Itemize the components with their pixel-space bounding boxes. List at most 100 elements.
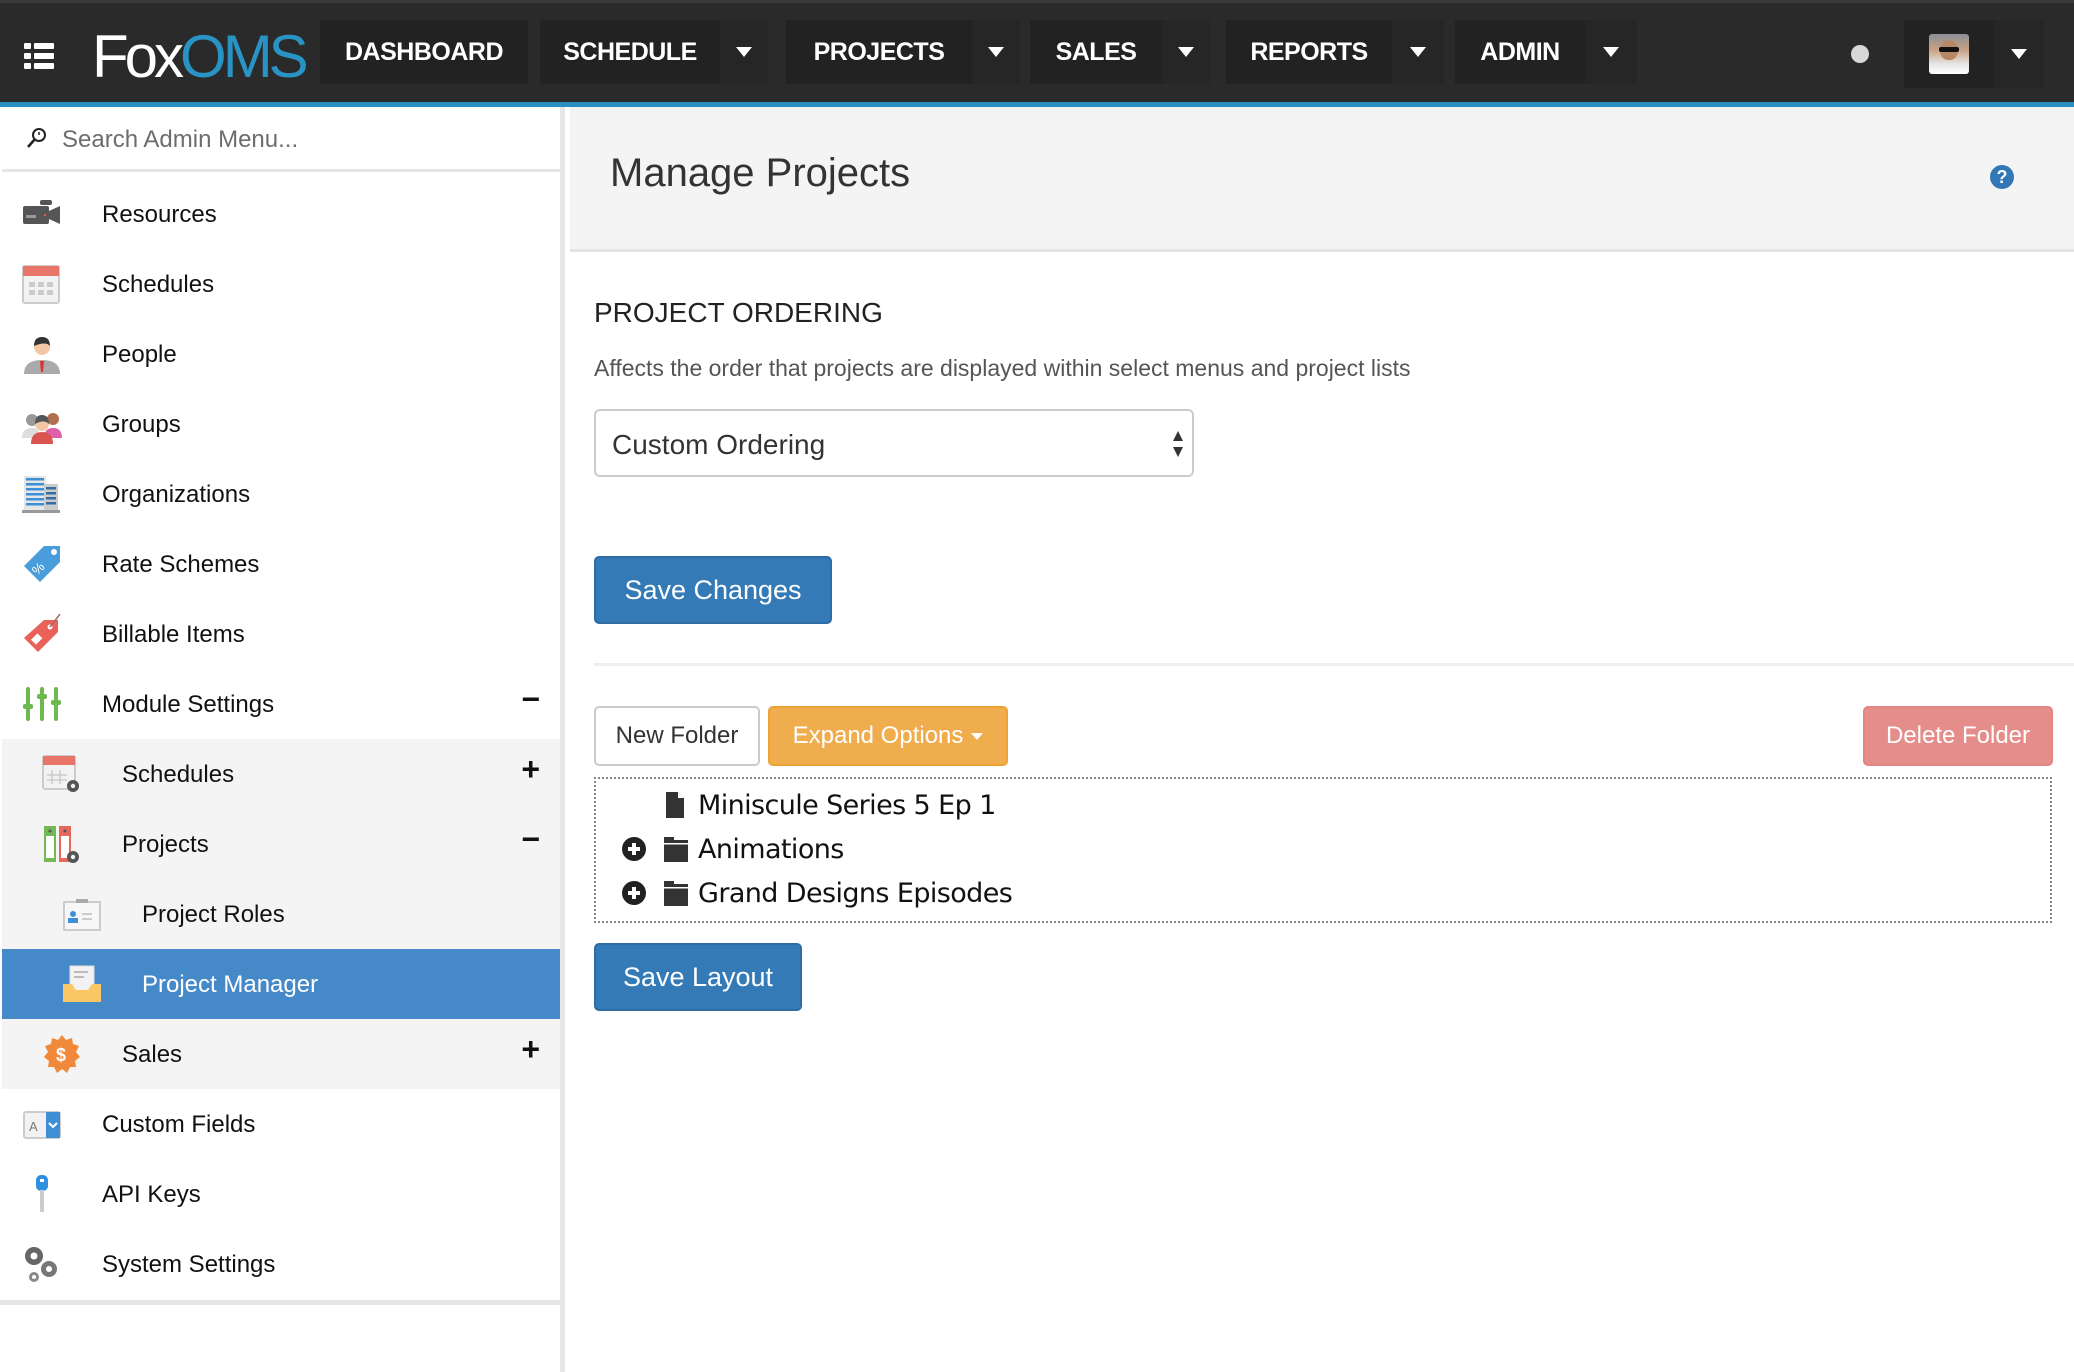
svg-text:$: $ [56,1045,66,1065]
nav-projects[interactable]: PROJECTS [786,20,972,84]
video-camera-icon [23,200,60,224]
sidebar-item-system-settings[interactable]: System Settings [2,1229,560,1299]
top-navbar: FoxOMS DASHBOARD SCHEDULE PROJECTS SALES… [0,0,2074,103]
sidebar-item-label: Organizations [102,481,251,508]
user-avatar-button[interactable] [1904,20,1994,88]
new-folder-button[interactable]: New Folder [594,706,760,766]
sidebar-item-label: Custom Fields [102,1111,256,1138]
expand-icon[interactable]: + [521,753,540,785]
sidebar-item-custom-fields[interactable]: A Custom Fields [2,1089,560,1159]
sidebar-item-people[interactable]: People [2,319,560,389]
delete-folder-button[interactable]: Delete Folder [1863,706,2053,766]
collapse-icon[interactable]: − [521,683,540,715]
sidebar-item-resources[interactable]: Resources [2,179,560,249]
sidebar-item-label: Sales [122,1041,183,1068]
sidebar-item-rate-schemes[interactable]: % Rate Schemes [2,529,560,599]
binders-settings-icon [44,826,79,863]
help-icon[interactable]: ? [1990,165,2014,189]
nav-reports[interactable]: REPORTS [1226,20,1392,84]
status-indicator-icon[interactable] [1851,45,1869,63]
user-menu-dropdown[interactable] [1994,20,2044,88]
sidebar-item-label: Projects [122,831,209,858]
project-ordering-description: Affects the order that projects are disp… [594,355,1411,381]
project-tree: Miniscule Series 5 Ep 1 Animations Grand… [594,777,2052,923]
caret-down-icon [971,732,984,740]
select-arrows-icon [1173,431,1183,457]
select-value: Custom Ordering [612,429,826,460]
logo-text-oms: OMS [180,23,309,90]
sidebar-item-label: API Keys [102,1181,201,1208]
sidebar-item-label: Project Manager [142,971,319,998]
sidebar-item-schedules[interactable]: Schedules [2,249,560,319]
expand-plus-icon[interactable] [622,837,646,861]
sidebar-item-groups[interactable]: Groups [2,389,560,459]
caret-down-icon [2011,49,2027,59]
tree-item[interactable]: Animations [596,829,2050,871]
sidebar-item-label: Schedules [122,761,235,788]
save-layout-button[interactable]: Save Layout [594,943,802,1011]
gears-icon [25,1247,57,1282]
sidebar-item-label: Groups [102,411,181,438]
sidebar-item-label: Rate Schemes [102,551,260,578]
tree-item[interactable]: Grand Designs Episodes [596,873,2050,915]
nav-projects-dropdown[interactable] [972,20,1020,84]
tree-item-label: Miniscule Series 5 Ep 1 [698,790,996,821]
sidebar-item-label: Billable Items [102,621,245,648]
expand-options-label: Expand Options [792,722,964,749]
caret-down-icon [988,47,1004,57]
sidebar-item-project-roles[interactable]: Project Roles [2,879,560,949]
sidebar-item-project-manager[interactable]: Project Manager [2,949,560,1019]
expand-icon[interactable]: + [521,1033,540,1065]
nav-admin[interactable]: ADMIN [1455,20,1585,84]
folder-icon [664,881,688,906]
building-icon [22,476,60,513]
tree-item-label: Animations [698,834,844,865]
sidebar-item-label: System Settings [102,1251,276,1278]
caret-down-icon [1410,47,1426,57]
sidebar-menu: Resources Schedules People Groups Organi… [2,179,560,1299]
sliders-icon [23,687,61,721]
logo-text-fox: Fox [92,23,184,90]
sidebar-item-module-schedules[interactable]: Schedules + [2,739,560,809]
section-divider [594,663,2074,666]
expand-options-button[interactable]: Expand Options [768,706,1008,766]
collapse-icon[interactable]: − [521,823,540,855]
sidebar-item-billable-items[interactable]: Billable Items [2,599,560,669]
sidebar-item-module-sales[interactable]: $ Sales + [2,1019,560,1089]
nav-admin-dropdown[interactable] [1585,20,1637,84]
nav-reports-dropdown[interactable] [1392,20,1444,84]
sidebar-item-module-projects[interactable]: Projects − [2,809,560,879]
admin-sidebar: Resources Schedules People [0,107,565,1372]
group-icon [22,413,62,444]
save-changes-button[interactable]: Save Changes [594,556,832,624]
dropdown-field-icon: A [23,1111,61,1139]
calendar-settings-icon [42,755,79,792]
sidebar-item-label: Module Settings [102,691,275,718]
nav-schedule[interactable]: SCHEDULE [540,20,720,84]
sidebar-search [2,107,560,172]
page-header: Manage Projects ? [570,107,2074,252]
nav-dashboard[interactable]: DASHBOARD [320,20,528,84]
nav-sales-dropdown[interactable] [1162,20,1210,84]
sidebar-item-module-settings[interactable]: Module Settings − [2,669,560,739]
folder-icon [664,837,688,862]
caret-down-icon [1603,47,1619,57]
key-icon [36,1175,48,1212]
foxoms-logo[interactable]: FoxOMS [92,23,309,90]
avatar [1929,34,1969,74]
search-admin-menu-input[interactable] [62,117,542,163]
expand-plus-icon[interactable] [622,881,646,905]
page-title: Manage Projects [610,151,911,195]
tree-item[interactable]: Miniscule Series 5 Ep 1 [596,785,2050,827]
sidebar-item-api-keys[interactable]: API Keys [2,1159,560,1229]
sidebar-item-organizations[interactable]: Organizations [2,459,560,529]
sidebar-item-label: Schedules [102,271,215,298]
menu-grid-icon[interactable] [24,43,54,69]
project-ordering-select[interactable]: Custom Ordering [594,409,1194,477]
tree-item-label: Grand Designs Episodes [698,878,1013,909]
svg-text:A: A [29,1119,38,1134]
calendar-icon [22,265,60,304]
nav-sales[interactable]: SALES [1030,20,1162,84]
nav-schedule-dropdown[interactable] [720,20,768,84]
percent-tag-icon: % [24,546,60,582]
